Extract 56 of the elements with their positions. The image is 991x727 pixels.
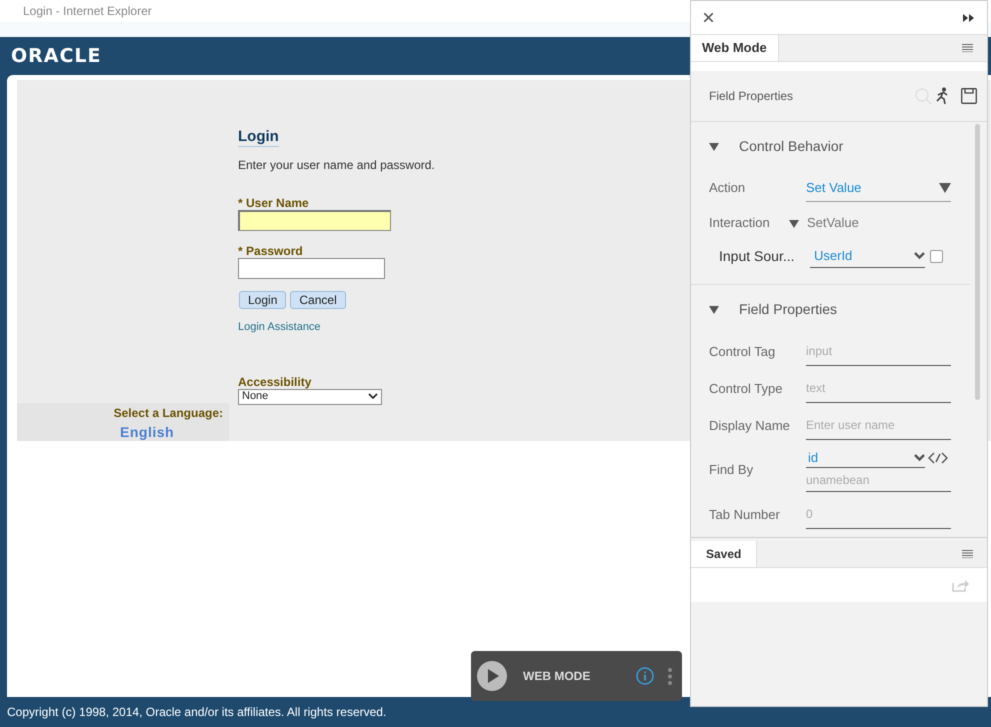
language-link[interactable]: English <box>120 422 174 443</box>
caret-down-icon[interactable] <box>939 182 951 192</box>
window-title: Login - Internet Explorer <box>23 3 152 20</box>
find-by-dropdown[interactable]: id <box>806 448 925 468</box>
section-title[interactable]: Field Properties <box>739 299 838 320</box>
checkbox[interactable] <box>930 250 943 262</box>
walking-figure-icon[interactable] <box>935 87 949 105</box>
accessibility-label: Accessibility <box>238 374 312 388</box>
info-icon[interactable] <box>636 667 654 685</box>
copyright-text: Copyright (c) 1998, 2014, Oracle and/or its affiliates. All rights reserved. <box>7 704 386 721</box>
action-dropdown[interactable]: Set Value <box>806 174 951 202</box>
save-icon[interactable] <box>961 88 977 104</box>
toolbar-title: Field Properties <box>709 88 794 105</box>
field-label: * Password <box>238 244 304 258</box>
property-label: Control Tag <box>709 342 776 361</box>
caret-down-icon[interactable] <box>789 218 799 228</box>
login-heading: Login <box>238 128 279 147</box>
property-label: Tab Number <box>709 506 781 524</box>
property-field[interactable]: 0 <box>806 500 951 528</box>
menu-icon[interactable] <box>962 44 973 52</box>
section-title[interactable]: Control Behavior <box>739 136 844 157</box>
chevron-down-icon[interactable] <box>914 252 925 260</box>
caret-down-icon[interactable] <box>709 142 719 151</box>
mode-label: WEB MODE <box>523 668 590 685</box>
caret-down-icon[interactable] <box>709 305 719 314</box>
text-field[interactable] <box>238 210 391 231</box>
property-field[interactable]: Enter user name <box>806 412 951 440</box>
chevron-down-icon[interactable] <box>368 393 378 400</box>
panel-tab[interactable]: Web Mode <box>691 35 779 61</box>
input-source-dropdown[interactable]: UserId <box>810 244 925 268</box>
property-value: SetValue <box>807 214 859 232</box>
text-field[interactable] <box>238 258 385 279</box>
property-label: Display Name <box>709 416 791 435</box>
language-label: Select a Language: <box>114 405 223 422</box>
login-assistance-link[interactable]: Login Assistance <box>238 319 435 336</box>
login-button[interactable]: Login <box>239 291 286 309</box>
property-label: Find By <box>709 461 754 480</box>
chevron-down-icon[interactable] <box>914 454 925 462</box>
oracle-logo: ORACLE <box>11 44 102 69</box>
property-label: Action <box>709 179 746 198</box>
instruction-text: Enter your user name and password. <box>238 157 435 174</box>
code-icon[interactable] <box>928 452 948 464</box>
property-field[interactable]: text <box>806 374 951 402</box>
play-icon[interactable] <box>477 661 507 691</box>
property-field[interactable]: unamebean <box>806 468 951 492</box>
menu-icon[interactable] <box>962 550 973 558</box>
panel-tab[interactable]: Saved <box>691 541 758 567</box>
property-label: Input Sour... <box>718 246 796 266</box>
field-label: * User Name <box>238 196 310 210</box>
property-field[interactable]: input <box>806 338 951 366</box>
property-label: Interaction <box>709 214 771 232</box>
cancel-button[interactable]: Cancel <box>290 291 346 309</box>
property-label: Control Type <box>709 380 784 398</box>
more-icon[interactable] <box>668 668 672 684</box>
accessibility-dropdown[interactable]: None <box>238 388 382 404</box>
close-icon[interactable] <box>704 13 713 22</box>
